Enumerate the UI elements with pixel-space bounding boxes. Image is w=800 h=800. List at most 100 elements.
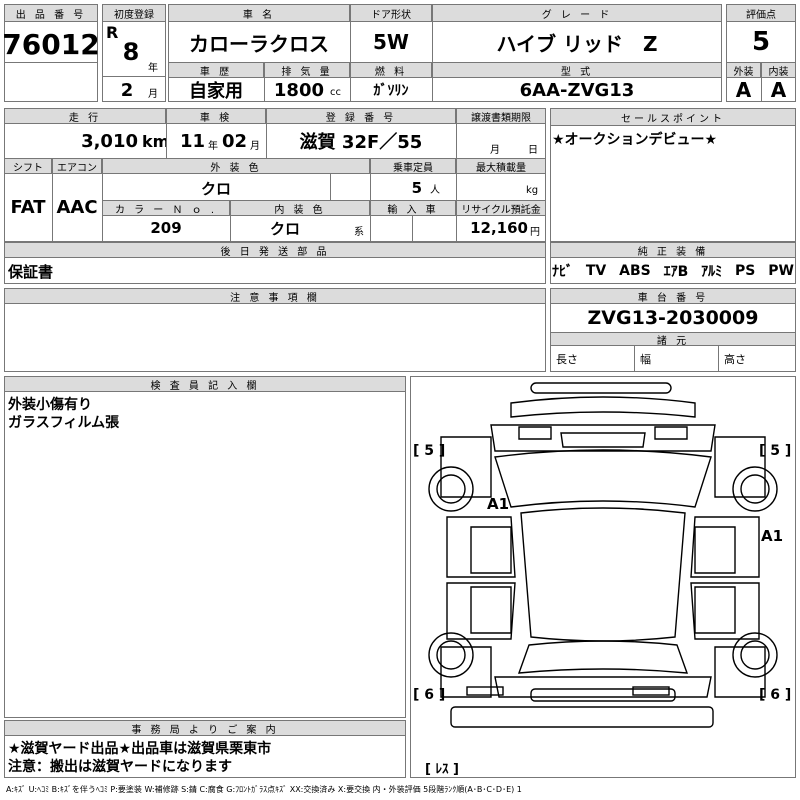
mileage: 3,010 [81,130,138,152]
color-number: 209 [150,219,182,237]
interior-color-unit: 系 [354,226,364,238]
month-unit: 月 [148,88,158,100]
office-label: 事 務 局 よ り ご 案 内 [4,720,406,736]
tire-front-left: [ 5 ] [413,443,445,459]
inspection-month: 02 [222,130,248,152]
score-label: 評価点 [726,4,796,22]
equipment-item: TV [585,263,607,279]
year-unit: 年 [148,62,158,74]
inspection-year-unit: 年 [208,140,218,152]
trunk [494,676,712,698]
color-number-label: カ ラ ー Ｎ ｏ . [102,200,230,216]
equipment-item: ABS [619,263,651,279]
shift: FAT [10,196,46,218]
shift-label: シフト [4,158,52,174]
displacement-label: 排 気 量 [264,62,350,78]
front-right-wheel [732,466,778,512]
model-label: 型 式 [432,62,722,78]
later-parts-text: 保証書 [8,262,54,281]
plate-number: 滋賀 32F／55 [299,132,423,153]
transfer-month-unit: 月 [490,144,500,156]
model-code: 6AA-ZVG13 [519,79,635,101]
inspection-label: 車 検 [166,108,266,124]
equipment-item: ﾅﾋﾞ [552,264,573,280]
equipment-label: 純 正 装 備 [550,242,796,258]
office-line-1: ★滋賀ヤード出品★出品車は滋賀県栗東市 [8,741,272,757]
transfer-day-unit: 日 [528,144,538,156]
tire-front-right: [ 5 ] [759,443,791,459]
recycle-unit: 円 [530,226,540,238]
registration-year: 8 [122,38,140,66]
mileage-label: 走 行 [4,108,166,124]
inspector-line-2: ガラスフィルム張 [8,415,120,431]
equipment-list: ﾅﾋﾞ TV ABS ｴｱB ｱﾙﾐ PS PW [552,260,794,282]
km-unit: km [142,131,166,151]
exterior-grade: A [735,78,752,102]
chassis-label: 車 台 番 号 [550,288,796,304]
interior-grade-label: 内装 [761,62,796,78]
equipment-item: ｱﾙﾐ [701,264,723,280]
exterior-color-label: 外 装 色 [102,158,370,174]
damage-mark-left: A1 [487,495,509,513]
score: 5 [751,27,771,57]
plate-label: 登 録 番 号 [266,108,456,124]
max-load-unit: kg [526,184,539,196]
lot-number-label: 出 品 番 号 [4,4,98,22]
cc-unit: cc [330,86,341,98]
equipment-item: PW [768,263,794,279]
equipment-item: ｴｱB [663,264,689,280]
recycle-label: リサイクル預託金 [456,200,546,216]
capacity-unit: 人 [430,184,440,196]
interior-color: クロ [269,219,300,238]
exterior-color: クロ [200,179,231,198]
chassis-number: ZVG13-2030009 [587,307,759,329]
front-grille [510,396,696,418]
sales-point-text: ★オークションデビュー★ [552,132,718,148]
height-label: 高さ [724,353,746,366]
grade-label: グ レ ー ド [432,4,722,22]
tire-rear-left: [ 6 ] [413,687,445,703]
sales-point-label: セールスポイント [550,108,796,126]
legend: A:ｷｽﾞ U:ﾍｺﾐ B:ｷｽﾞを伴うﾍｺﾐ P:要塗装 W:補修跡 S:錆 … [6,784,522,794]
capacity-label: 乗車定員 [370,158,456,174]
history: 自家用 [189,81,243,102]
damage-diagram: [ 5 ] [ 5 ] [ 6 ] [ 6 ] [ ﾚｽ ] A1 A1 [410,376,796,778]
rear-glass [517,640,689,674]
roof [520,507,686,642]
later-parts-label: 後 日 発 送 部 品 [4,242,546,258]
front-bumper [530,382,672,394]
lot-number: 76012 [4,27,98,61]
inspection-year: 11 [180,130,206,152]
tire-rear-right: [ 6 ] [759,687,791,703]
import-label: 輸 入 車 [370,200,456,216]
grade: ハイブ リッド Z [496,31,658,56]
interior-color-label: 内 装 色 [230,200,370,216]
max-load-label: 最大積載量 [456,158,546,174]
inspection-month-unit: 月 [250,140,260,152]
right-rear-door [690,582,760,640]
inspector-line-1: 外装小傷有り [8,397,92,413]
door-label: ドア形状 [350,4,432,22]
registration-month: 2 [120,79,134,101]
windshield [494,449,712,508]
ac: AAC [56,196,98,218]
car-name: カローラクロス [189,31,329,56]
damage-mark-right: A1 [761,527,783,545]
specs-label: 諸 元 [550,332,796,346]
inspector-label: 検 査 員 記 入 欄 [4,376,406,392]
right-front-door [690,516,760,578]
length-label: 長さ [556,353,578,366]
fuel-label: 燃 料 [350,62,432,78]
notes-label: 注 意 事 項 欄 [4,288,546,304]
exterior-grade-label: 外装 [726,62,761,78]
spare-area [450,706,714,728]
equipment-item: PS [735,263,756,279]
spare-tire-label: [ ﾚｽ ] [425,762,459,777]
width-label: 幅 [640,353,651,366]
front-left-wheel [428,466,474,512]
fuel: ｶﾞｿﾘﾝ [373,83,409,99]
car-diagram-svg: [ 5 ] [ 5 ] [ 6 ] [ 6 ] [ ﾚｽ ] A1 A1 [413,382,791,777]
door-type: 5W [373,30,409,54]
ac-label: エアコン [52,158,102,174]
capacity: 5 [411,179,422,197]
